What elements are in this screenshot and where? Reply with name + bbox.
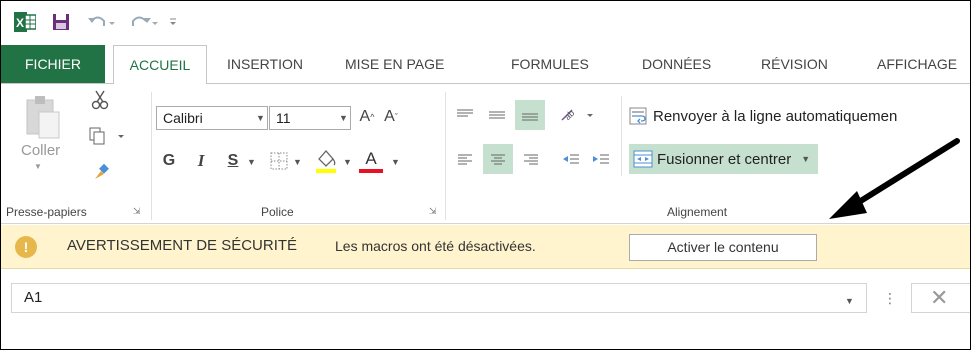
tab-affichage[interactable]: AFFICHAGE xyxy=(877,45,957,83)
wrap-text-button[interactable]: Renvoyer à la ligne automatiquemen xyxy=(629,102,897,130)
paste-label[interactable]: Coller xyxy=(21,142,60,159)
excel-window: X FICHIER ACCUEIL INSERTION MISE EN PAGE… xyxy=(0,0,971,350)
fill-color-icon[interactable] xyxy=(313,146,339,176)
font-name-box[interactable]: Calibri xyxy=(156,106,268,130)
bold-button[interactable]: G xyxy=(157,148,181,174)
ribbon: Coller ▼ Presse-papiers ⇲ Calibri ▼ 11 ▼… xyxy=(1,83,970,224)
font-color-button[interactable]: A xyxy=(357,146,385,176)
fill-color-dropdown-icon[interactable]: ▼ xyxy=(343,157,352,167)
clipboard-launcher-icon[interactable]: ⇲ xyxy=(133,206,141,217)
font-name-dropdown-icon[interactable]: ▼ xyxy=(256,113,265,123)
orientation-icon[interactable]: ab xyxy=(557,102,597,128)
merge-center-icon xyxy=(633,150,653,168)
save-icon[interactable] xyxy=(51,11,71,33)
ribbon-tabs: FICHIER ACCUEIL INSERTION MISE EN PAGE F… xyxy=(1,45,970,84)
italic-button[interactable]: I xyxy=(189,148,213,174)
warning-icon: ! xyxy=(15,236,37,258)
align-middle-icon[interactable] xyxy=(483,102,511,128)
paste-icon[interactable] xyxy=(23,92,63,142)
svg-text:ab: ab xyxy=(562,108,576,122)
wrap-text-icon xyxy=(629,107,649,125)
cancel-formula-icon[interactable]: ✕ xyxy=(911,283,970,313)
undo-icon[interactable] xyxy=(85,11,119,33)
merge-center-dropdown-icon[interactable]: ▼ xyxy=(801,154,810,164)
underline-button[interactable]: S xyxy=(221,148,245,174)
font-color-letter: A xyxy=(365,149,377,168)
font-color-bar xyxy=(359,169,383,173)
font-group-label: Police xyxy=(261,205,294,219)
align-right-icon[interactable] xyxy=(517,146,545,172)
format-painter-icon[interactable] xyxy=(89,160,113,182)
tab-insertion[interactable]: INSERTION xyxy=(227,45,303,83)
tab-donnees[interactable]: DONNÉES xyxy=(642,45,711,83)
formula-bar: A1 ▼ ⋮ ✕ xyxy=(1,270,970,349)
formula-bar-grip-icon[interactable]: ⋮ xyxy=(883,290,897,307)
font-size-dropdown-icon[interactable]: ▼ xyxy=(339,113,348,123)
tab-mise-en-page[interactable]: MISE EN PAGE xyxy=(345,45,444,83)
align-center-icon[interactable] xyxy=(483,144,513,174)
tab-formules[interactable]: FORMULES xyxy=(511,45,589,83)
increase-indent-icon[interactable] xyxy=(587,146,615,172)
alignment-group-label: Alignement xyxy=(667,205,728,219)
quick-access-toolbar: X xyxy=(1,1,970,45)
paste-dropdown-icon[interactable]: ▼ xyxy=(34,162,42,171)
svg-text:X: X xyxy=(16,16,24,30)
align-left-icon[interactable] xyxy=(451,146,479,172)
merge-center-button[interactable]: Fusionner et centrer ▼ xyxy=(629,144,819,174)
font-launcher-icon[interactable]: ⇲ xyxy=(429,206,437,217)
redo-icon[interactable] xyxy=(127,11,161,33)
security-warning-message: Les macros ont été désactivées. xyxy=(335,238,536,254)
divider xyxy=(621,96,622,176)
security-warning-bar: ! AVERTISSEMENT DE SÉCURITÉ Les macros o… xyxy=(1,225,970,269)
divider xyxy=(445,92,446,220)
divider xyxy=(151,92,152,220)
customize-qat-icon[interactable] xyxy=(165,11,181,33)
excel-logo-icon[interactable]: X xyxy=(13,11,37,33)
enable-content-button[interactable]: Activer le contenu xyxy=(629,234,817,261)
borders-icon[interactable] xyxy=(267,148,291,174)
font-color-dropdown-icon[interactable]: ▼ xyxy=(391,157,400,167)
merge-center-label: Fusionner et centrer xyxy=(657,150,792,168)
shrink-font-icon[interactable]: Aˇ xyxy=(379,104,403,130)
underline-dropdown-icon[interactable]: ▼ xyxy=(247,157,256,167)
decrease-indent-icon[interactable] xyxy=(557,146,585,172)
clipboard-group-label: Presse-papiers xyxy=(6,205,87,219)
align-top-icon[interactable] xyxy=(451,102,479,128)
cut-icon[interactable] xyxy=(89,89,111,111)
tab-fichier[interactable]: FICHIER xyxy=(1,45,105,83)
security-warning-title: AVERTISSEMENT DE SÉCURITÉ xyxy=(67,237,298,254)
copy-icon[interactable] xyxy=(87,126,127,146)
tab-revision[interactable]: RÉVISION xyxy=(761,45,828,83)
name-box-dropdown-icon[interactable]: ▼ xyxy=(845,296,854,306)
wrap-text-label: Renvoyer à la ligne automatiquemen xyxy=(653,107,898,125)
borders-dropdown-icon[interactable]: ▼ xyxy=(293,157,302,167)
grow-font-icon[interactable]: A ^ xyxy=(355,104,379,130)
name-box[interactable]: A1 xyxy=(11,283,867,313)
align-bottom-icon[interactable] xyxy=(515,100,545,130)
tab-accueil[interactable]: ACCUEIL xyxy=(113,45,207,84)
